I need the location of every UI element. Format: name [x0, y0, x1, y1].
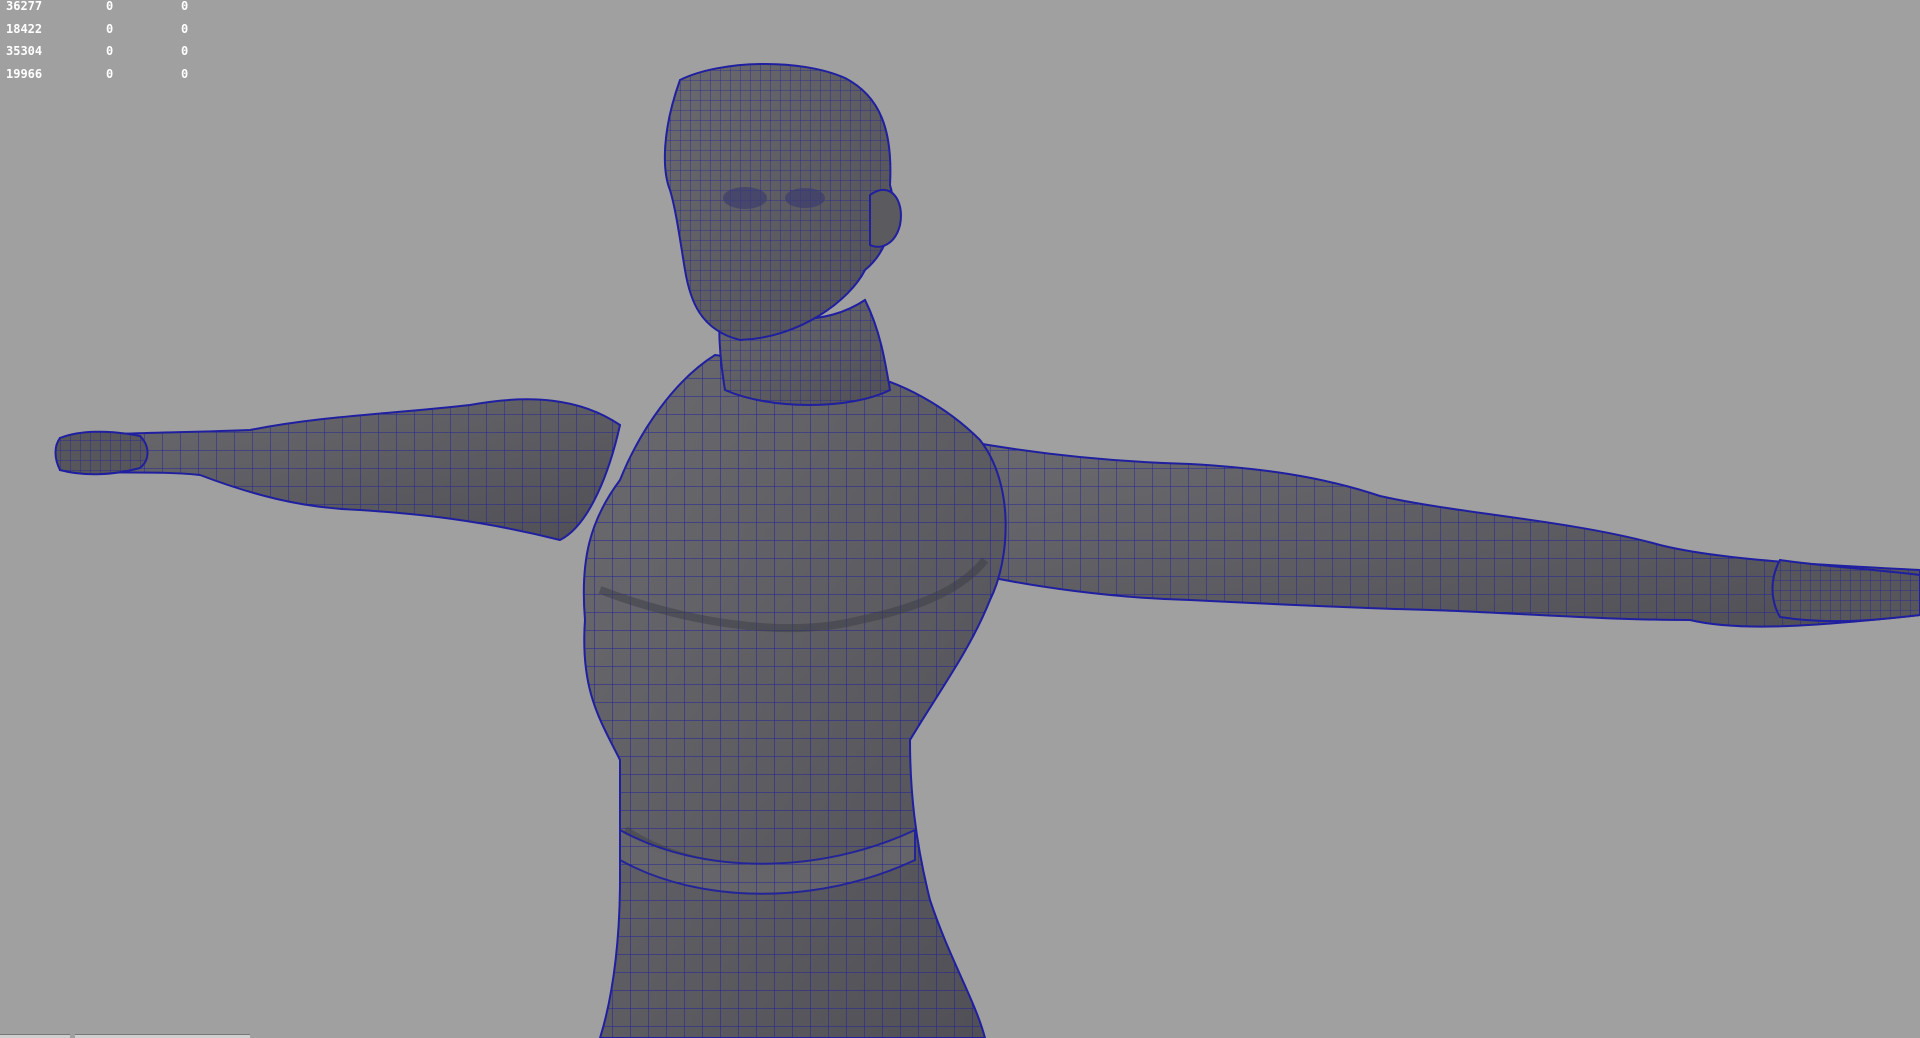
eye-mesh — [785, 188, 825, 208]
head-wireframe — [664, 63, 893, 341]
hud-row: 35304 0 0 — [6, 40, 221, 63]
hud-value: 0 — [181, 66, 189, 81]
left-arm-wireframe — [60, 399, 620, 540]
ear-mesh — [869, 188, 902, 248]
hud-row: 36277 0 0 — [6, 0, 221, 18]
hud-value: 35304 — [6, 44, 43, 58]
character-mesh[interactable] — [0, 0, 1920, 1038]
hud-value: 19966 — [6, 66, 43, 81]
hud-row: 19966 0 0 — [6, 63, 221, 86]
bottom-tab-right[interactable] — [75, 1034, 250, 1038]
hud-value: 18422 — [6, 21, 43, 36]
hud-value: 0 — [106, 66, 114, 81]
hud-value: 0 — [181, 0, 189, 13]
mesh-body — [54, 63, 1920, 1038]
hud-value: 0 — [181, 44, 189, 58]
hud-value: 36277 — [6, 0, 43, 13]
eye-mesh — [723, 187, 767, 209]
hand-left-wireframe — [55, 431, 148, 475]
bottom-tab-left[interactable] — [0, 1034, 70, 1038]
3d-viewport[interactable]: 36277 0 0 18422 0 0 35304 0 0 19966 0 0 — [0, 0, 1920, 1038]
poly-count-hud: 36277 0 0 18422 0 0 35304 0 0 19966 0 0 — [6, 0, 221, 85]
torso-wireframe — [583, 355, 1006, 1038]
hud-value: 0 — [106, 0, 114, 13]
hud-value: 0 — [106, 21, 114, 36]
hud-row: 18422 0 0 — [6, 18, 221, 41]
hud-value: 0 — [106, 44, 114, 58]
hud-value: 0 — [181, 21, 189, 36]
